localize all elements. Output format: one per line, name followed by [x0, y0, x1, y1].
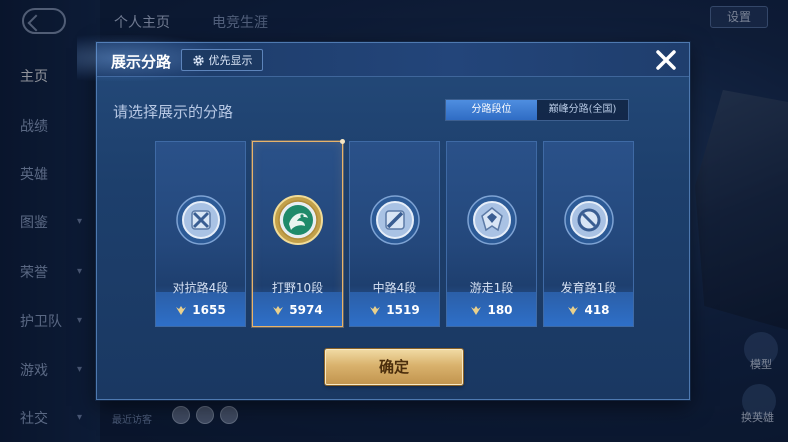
lane-cards: 对抗路4段 1655 打野10段 5974 中路4段 1519 游走1段 180…: [155, 139, 635, 327]
rank-points-icon: [471, 305, 482, 315]
mid-lane-icon: [369, 194, 421, 246]
lane-card-farm[interactable]: 发育路1段 418: [543, 141, 634, 327]
lane-name: 发育路1段: [560, 281, 617, 295]
jungle-icon: [272, 194, 324, 246]
lane-card-clash[interactable]: 对抗路4段 1655: [155, 141, 246, 327]
lane-card-mid[interactable]: 中路4段 1519: [349, 141, 440, 327]
lane-card-roam[interactable]: 游走1段 180: [446, 141, 537, 327]
roam-icon: [466, 194, 518, 246]
selected-corner-marker: [340, 139, 345, 144]
rank-points-icon: [370, 305, 381, 315]
confirm-button[interactable]: 确定: [325, 349, 463, 385]
lane-name: 中路4段: [372, 281, 417, 295]
lane-points: 180: [487, 303, 513, 317]
lane-points: 1519: [386, 303, 420, 317]
lane-mode-toggle: 分路段位 巅峰分路(全国): [445, 99, 629, 121]
modal-title: 展示分路: [111, 53, 172, 71]
rank-points-icon: [273, 305, 284, 315]
lane-card-jungle[interactable]: 打野10段 5974: [252, 139, 345, 327]
lane-points: 5974: [289, 303, 323, 317]
close-icon[interactable]: [653, 47, 679, 73]
lane-name: 打野10段: [271, 281, 324, 295]
lane-score: 180: [447, 303, 536, 317]
clash-lane-icon: [175, 194, 227, 246]
priority-display-button[interactable]: 优先显示: [181, 49, 263, 71]
rank-points-icon: [176, 305, 187, 315]
lane-display-modal: 展示分路 优先显示 请选择展示的分路 分路段位 巅峰分路(全国) 对抗路4段 1…: [77, 35, 690, 400]
priority-display-label: 优先显示: [208, 54, 253, 67]
lane-name: 对抗路4段: [172, 281, 229, 295]
toggle-lane-rank[interactable]: 分路段位: [446, 100, 537, 120]
lane-score: 5974: [253, 303, 342, 317]
lane-score: 1519: [350, 303, 439, 317]
lane-score: 418: [544, 303, 633, 317]
farm-lane-icon: [563, 194, 615, 246]
lane-points: 1655: [192, 303, 226, 317]
gear-icon: [192, 54, 204, 66]
modal-subtitle: 请选择展示的分路: [113, 103, 234, 121]
modal-header: 展示分路 优先显示: [77, 35, 689, 81]
lane-points: 418: [584, 303, 610, 317]
toggle-peak-lane[interactable]: 巅峰分路(全国): [537, 100, 628, 120]
rank-points-icon: [568, 305, 579, 315]
lane-score: 1655: [156, 303, 245, 317]
lane-name: 游走1段: [469, 281, 514, 295]
